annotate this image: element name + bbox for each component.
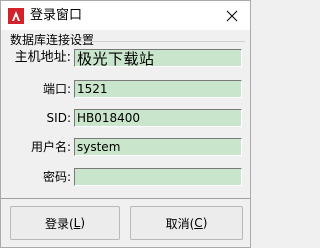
sid-input[interactable]: [74, 109, 242, 127]
username-label: 用户名:: [30, 140, 71, 154]
group-title: 数据库连接设置: [10, 32, 97, 48]
close-button[interactable]: [222, 6, 242, 26]
group-divider: [77, 41, 245, 42]
login-label-suffix: ): [80, 216, 86, 230]
cancel-button[interactable]: 取消(C): [130, 206, 243, 240]
password-input[interactable]: [74, 168, 242, 186]
sid-label: SID:: [46, 111, 71, 125]
window-title: 登录窗口: [30, 8, 83, 23]
login-label-prefix: 登录(: [44, 216, 74, 231]
password-label: 密码:: [42, 170, 71, 184]
host-label: 主机地址:: [14, 50, 71, 65]
cancel-label-suffix: ): [202, 216, 208, 230]
app-logo-icon: [8, 8, 24, 24]
port-label: 端口:: [42, 82, 71, 96]
username-input[interactable]: [74, 138, 242, 156]
title-bar[interactable]: 登录窗口: [1, 1, 250, 30]
cancel-hotkey: C: [194, 216, 203, 230]
button-separator: [1, 198, 250, 199]
login-hotkey: L: [73, 216, 81, 230]
login-window: 登录窗口 数据库连接设置 主机地址: 端口: SID: 用户名: 密码: 登录(…: [0, 0, 251, 248]
port-input[interactable]: [74, 80, 242, 98]
host-input[interactable]: [74, 49, 242, 67]
cancel-label-prefix: 取消(: [165, 216, 195, 231]
close-icon: [226, 10, 238, 22]
login-button[interactable]: 登录(L): [10, 206, 120, 240]
